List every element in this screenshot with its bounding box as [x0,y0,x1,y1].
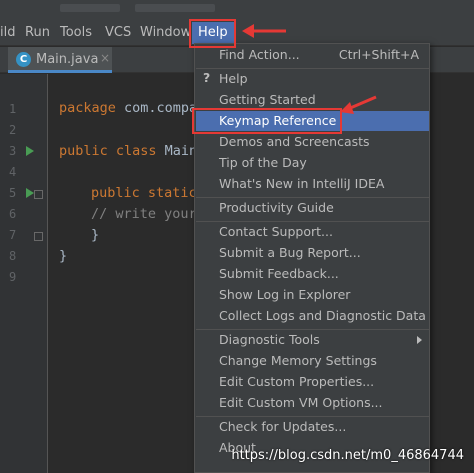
line-number: 2 [9,123,17,137]
menu-item-find-action[interactable]: Find Action... Ctrl+Shift+A [196,45,429,65]
code-line-7: } [91,227,100,243]
menu-item-label: Check for Updates... [219,419,347,434]
line-number: 1 [9,102,17,116]
line-number: 4 [9,165,17,179]
line-number: 9 [9,270,17,284]
menu-item-label: Contact Support... [219,224,333,239]
keyword: package [59,100,116,116]
menu-item-submit-bug[interactable]: Submit a Bug Report... [196,243,429,263]
annotation-box-keymap [192,108,342,134]
annotation-box-help [189,19,236,48]
close-icon[interactable]: × [100,51,110,65]
menu-item-label: Diagnostic Tools [219,332,320,347]
title-strip [0,0,474,20]
menu-item-change-memory[interactable]: Change Memory Settings [196,351,429,371]
menu-item-edit-custom-properties[interactable]: Edit Custom Properties... [196,372,429,392]
menu-item-label: Change Memory Settings [219,353,377,368]
code-line-6: // write your [91,206,197,222]
menu-run[interactable]: Run [25,25,50,40]
menu-item-label: Getting Started [219,92,316,107]
code-text: Main [156,143,198,159]
code-line-5: public static [91,185,197,201]
menu-item-label: Demos and Screencasts [219,134,370,149]
code-text: com.compa [115,100,198,116]
fold-icon[interactable] [34,190,43,199]
line-number: 7 [9,228,17,242]
tab-main-java[interactable]: C Main.java × [8,47,112,73]
line-number: 3 [9,144,17,158]
menu-item-tip-of-the-day[interactable]: Tip of the Day [196,153,429,173]
run-icon[interactable] [26,146,34,156]
menu-item-help[interactable]: ? Help [196,69,429,89]
menu-item-diagnostic-tools[interactable]: Diagnostic Tools [196,330,429,350]
menu-item-shortcut: Ctrl+Shift+A [338,47,419,62]
menu-item-edit-custom-vm-options[interactable]: Edit Custom VM Options... [196,393,429,413]
menu-item-collect-logs[interactable]: Collect Logs and Diagnostic Data [196,306,429,326]
annotation-arrow-icon [242,24,286,38]
menu-tools[interactable]: Tools [60,25,92,40]
menu-item-getting-started[interactable]: Getting Started [196,90,429,110]
menu-item-label: Show Log in Explorer [219,287,351,302]
menu-item-label: Submit Feedback... [219,266,339,281]
code-line-3: public class Main [59,143,197,159]
submenu-arrow-icon [417,336,422,344]
editor-gutter: 1 2 3 4 5 6 7 8 9 [0,74,48,473]
menu-item-show-log[interactable]: Show Log in Explorer [196,285,429,305]
menu-item-label: Submit a Bug Report... [219,245,361,260]
menu-item-check-updates[interactable]: Check for Updates... [196,417,429,437]
java-class-icon: C [16,52,31,67]
menu-window[interactable]: Window [140,25,191,40]
keyword: public class [59,143,157,159]
menu-item-label: Help [219,71,248,86]
menu-item-submit-feedback[interactable]: Submit Feedback... [196,264,429,284]
menu-item-label: What's New in IntelliJ IDEA [219,176,385,191]
menu-vcs[interactable]: VCS [105,25,131,40]
code-line-1: package com.compa [59,100,197,116]
annotation-arrow-icon [340,95,377,114]
title-strip-ghost [60,4,120,12]
title-strip-ghost [135,4,215,12]
menu-item-whats-new[interactable]: What's New in IntelliJ IDEA [196,174,429,194]
help-icon: ? [203,70,211,85]
menu-item-label: Edit Custom VM Options... [219,395,383,410]
menu-item-label: Find Action... [219,47,300,62]
tab-label: Main.java [36,52,99,67]
menu-build[interactable]: ild [0,25,15,40]
code-line-8: } [59,248,68,264]
menu-item-contact-support[interactable]: Contact Support... [196,222,429,242]
line-number: 5 [9,186,17,200]
menu-item-label: Collect Logs and Diagnostic Data [219,308,426,323]
line-number: 8 [9,249,17,263]
run-icon[interactable] [26,188,34,198]
menu-item-demos[interactable]: Demos and Screencasts [196,132,429,152]
menu-item-label: Edit Custom Properties... [219,374,375,389]
menu-item-label: Tip of the Day [219,155,307,170]
menu-item-productivity-guide[interactable]: Productivity Guide [196,198,429,218]
keyword: public static [91,185,197,201]
fold-icon[interactable] [34,232,43,241]
menu-item-label: Productivity Guide [219,200,334,215]
watermark-text: https://blog.csdn.net/m0_46864744 [231,448,464,463]
line-number: 6 [9,207,17,221]
